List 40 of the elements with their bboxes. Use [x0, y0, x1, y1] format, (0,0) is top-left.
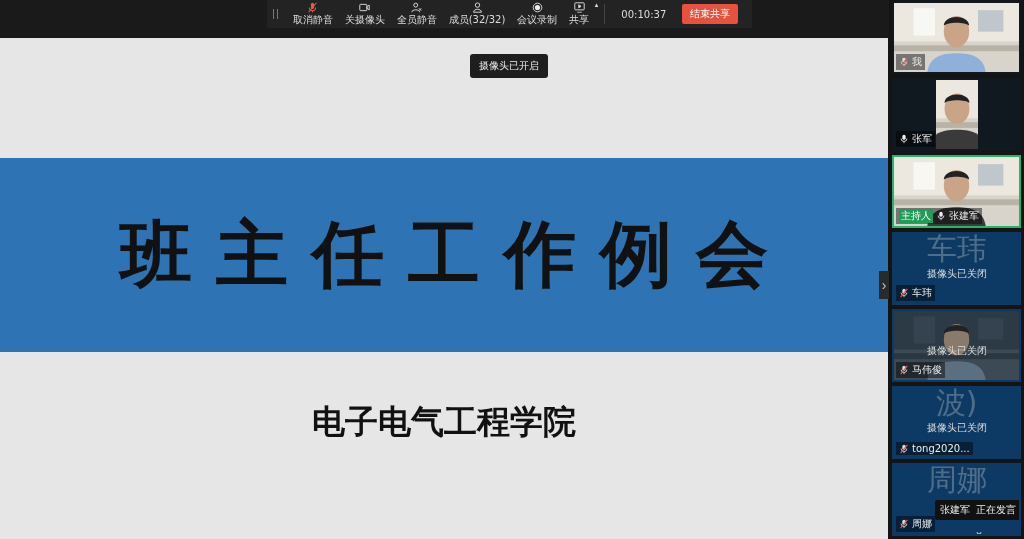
person-icon: [470, 1, 484, 13]
mic-off-icon: [306, 1, 320, 13]
camera-off-label: 摄像头已关闭: [926, 268, 987, 280]
speaker-name: 张建军: [940, 503, 970, 517]
name-watermark: 车玮: [926, 234, 987, 266]
participant-name: 车玮: [912, 286, 932, 300]
name-watermark: 周娜: [926, 465, 987, 497]
video-tile[interactable]: 摄像头已关闭 马伟俊: [892, 309, 1021, 382]
video-tile[interactable]: 我: [892, 1, 1021, 74]
screen-share-icon: [572, 1, 586, 13]
toolbar-button[interactable]: 会议录制: [512, 1, 563, 27]
participant-name: tong2020...: [912, 443, 970, 454]
toolbar-button[interactable]: 成员(32/32): [443, 1, 511, 27]
participant-name: 周娜: [912, 517, 932, 531]
video-tile[interactable]: 车玮 摄像头已关闭 车玮: [892, 232, 1021, 305]
meeting-timer: 00:10:37: [621, 8, 667, 20]
video-tile[interactable]: 张军: [892, 78, 1021, 151]
camera-on-toast: 摄像头已开启: [470, 54, 548, 78]
speaking-status: 正在发言: [976, 503, 1016, 517]
slide-title: 班主任工作例会: [117, 211, 792, 298]
video-tile[interactable]: 波) 摄像头已关闭 tong2020...: [892, 386, 1021, 459]
host-badge: 主持人: [899, 209, 933, 223]
camera-off-label: 摄像头已关闭: [926, 422, 987, 434]
panel-toggle-button[interactable]: ›: [879, 271, 889, 299]
participant-name: 我: [912, 55, 922, 69]
participant-name: 张建军: [949, 209, 979, 223]
users-mute-icon: [410, 1, 424, 13]
record-icon: [530, 1, 544, 13]
toolbar-button[interactable]: 全员静音: [391, 1, 442, 27]
participant-name: 马伟俊: [912, 363, 942, 377]
camera-off-label: 摄像头已关闭: [926, 345, 987, 357]
camera-icon: [358, 1, 372, 13]
toolbar-button[interactable]: 取消静音: [287, 1, 338, 27]
slide-subtitle: 电子电气工程学院: [312, 401, 576, 443]
participant-name: 张军: [912, 132, 932, 146]
end-share-button[interactable]: 结束共享: [682, 4, 739, 24]
drag-handle-icon[interactable]: [272, 9, 278, 19]
toolbar-button[interactable]: 关摄像头: [339, 1, 390, 27]
name-watermark: 波): [935, 388, 978, 420]
video-tile[interactable]: 主持人 张建军: [892, 155, 1021, 228]
